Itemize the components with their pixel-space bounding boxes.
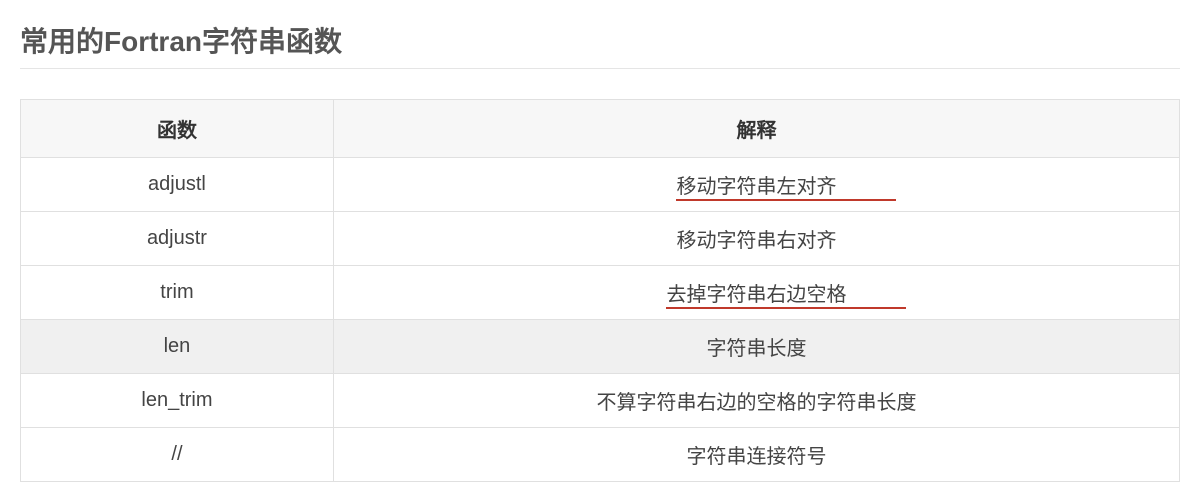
table-header-row: 函数 解释 (21, 100, 1180, 158)
page-title: 常用的Fortran字符串函数 (20, 20, 1180, 69)
cell-desc: 不算字符串右边的空格的字符串长度 (333, 374, 1179, 428)
cell-desc-text: 去掉字符串右边空格 (666, 284, 846, 306)
cell-func: adjustl (21, 158, 334, 212)
header-desc: 解释 (333, 100, 1179, 158)
table-row: trim 去掉字符串右边空格 (21, 266, 1180, 320)
table-row: // 字符串连接符号 (21, 428, 1180, 482)
cell-desc: 字符串连接符号 (333, 428, 1179, 482)
cell-func: // (21, 428, 334, 482)
cell-desc-text: 移动字符串左对齐 (676, 176, 836, 198)
cell-func: adjustr (21, 212, 334, 266)
table-row: adjustl 移动字符串左对齐 (21, 158, 1180, 212)
annotation-underline (666, 307, 906, 309)
cell-func: len (21, 320, 334, 374)
annotation-underline (676, 199, 896, 201)
cell-desc: 移动字符串左对齐 (333, 158, 1179, 212)
string-functions-table: 函数 解释 adjustl 移动字符串左对齐 adjustr 移动字符串右对齐 … (20, 99, 1180, 482)
cell-func: len_trim (21, 374, 334, 428)
cell-desc: 移动字符串右对齐 (333, 212, 1179, 266)
table-row: adjustr 移动字符串右对齐 (21, 212, 1180, 266)
cell-desc: 字符串长度 (333, 320, 1179, 374)
table-row: len 字符串长度 (21, 320, 1180, 374)
cell-func: trim (21, 266, 334, 320)
header-func: 函数 (21, 100, 334, 158)
table-row: len_trim 不算字符串右边的空格的字符串长度 (21, 374, 1180, 428)
cell-desc: 去掉字符串右边空格 (333, 266, 1179, 320)
